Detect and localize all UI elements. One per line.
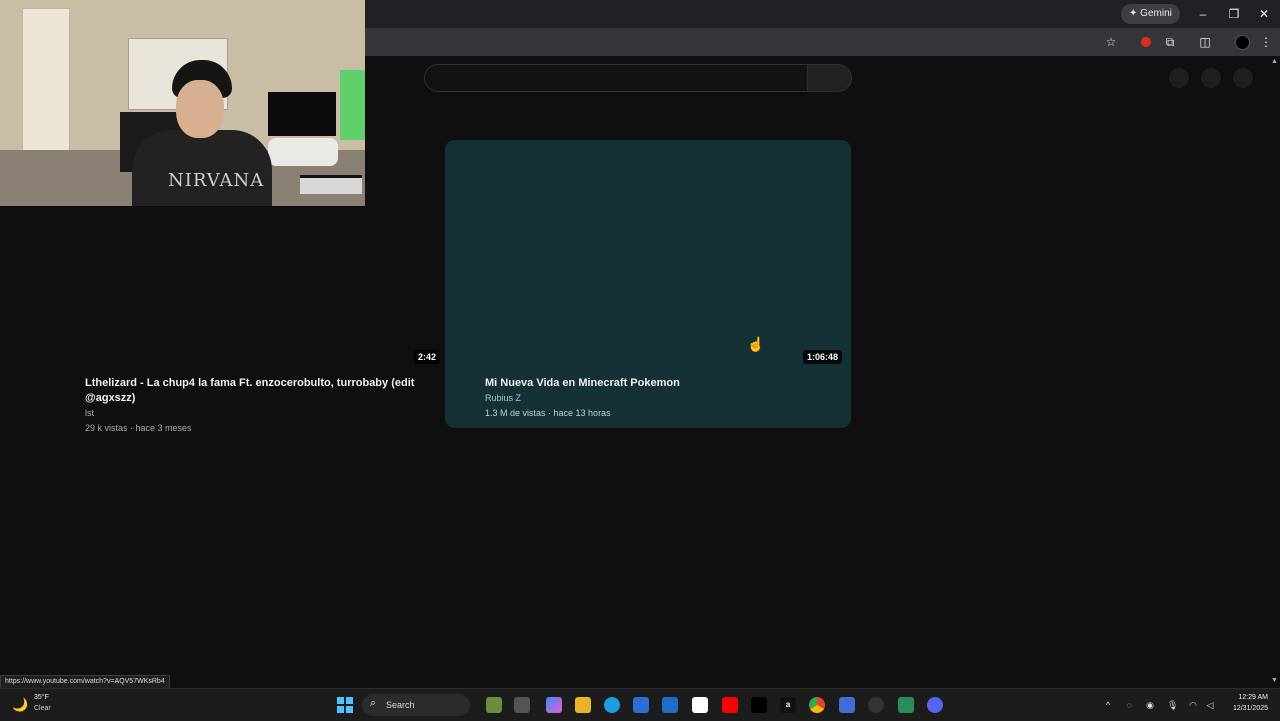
browser-menu-icon[interactable]: ⋮	[1258, 34, 1274, 50]
scroll-down-arrow-icon[interactable]: ▼	[1271, 677, 1278, 684]
netflix-icon[interactable]	[751, 697, 767, 713]
create-icon[interactable]	[1169, 68, 1189, 88]
restore-button[interactable]: ❐	[1225, 5, 1243, 23]
shirt-text: NIRVANA	[168, 170, 265, 191]
clock-time[interactable]: 12:29 AM	[1226, 694, 1268, 701]
obs-icon[interactable]	[868, 697, 884, 713]
gemini-label: Gemini	[1140, 8, 1172, 19]
gamebar-icon[interactable]	[898, 697, 914, 713]
webcam-door	[22, 8, 70, 155]
account-avatar[interactable]	[1233, 68, 1253, 88]
webcam-keyboard	[300, 175, 362, 194]
bookmark-star-icon[interactable]: ☆	[1103, 34, 1119, 50]
youtube-icon[interactable]	[722, 697, 738, 713]
video-duration-badge: 2:42	[414, 350, 441, 364]
file-explorer-icon[interactable]	[575, 697, 591, 713]
search-icon: ⌕	[370, 697, 377, 709]
taskbar-search[interactable]: ⌕ Search	[362, 694, 470, 716]
moon-weather-icon: 🌙	[12, 697, 29, 712]
tray-overflow-icon[interactable]: ^	[1103, 700, 1113, 710]
gemini-button[interactable]: ✦ Gemini	[1121, 4, 1180, 24]
volume-icon[interactable]: ◁	[1205, 700, 1215, 710]
copilot-icon[interactable]	[546, 697, 562, 713]
search-input[interactable]	[424, 64, 808, 92]
file-icon[interactable]	[514, 697, 530, 713]
store-icon[interactable]	[633, 697, 649, 713]
side-panel-icon[interactable]: ◫	[1197, 34, 1213, 50]
webcam-monitor	[268, 92, 336, 136]
webcam-person-body	[132, 130, 272, 206]
discord-icon[interactable]	[927, 697, 943, 713]
search-button[interactable]	[807, 64, 852, 92]
webcam-clothes	[268, 138, 338, 166]
hand-cursor-icon: ☝	[747, 336, 765, 352]
weather-temperature: 35°F	[34, 694, 49, 701]
video-channel[interactable]: lst	[85, 408, 94, 418]
video-title-line-1: Lthelizard - La chup4 la fama Ft. enzoce…	[85, 377, 415, 389]
tray-app-icon[interactable]: ◌	[1124, 700, 1134, 710]
weather-condition: Clear	[34, 705, 51, 712]
video-views-age: 29 k vistas · hace 3 meses	[85, 423, 192, 433]
video-views-age: 1.3 M de vistas · hace 13 horas	[485, 408, 611, 418]
notifications-icon[interactable]	[1201, 68, 1221, 88]
taskbar-search-label: Search	[386, 700, 415, 710]
tray-app-icon-2[interactable]: ◉	[1145, 700, 1155, 710]
clock-date[interactable]: 12/31/2025	[1226, 705, 1268, 712]
webcam-person-face	[176, 80, 224, 138]
record-icon[interactable]	[1141, 37, 1151, 47]
status-bar-url: https://www.youtube.com/watch?v=AQV57WKs…	[0, 675, 170, 689]
video-title[interactable]: Mi Nueva Vida en Minecraft Pokemon	[485, 376, 680, 391]
extensions-icon[interactable]: ⧉	[1162, 34, 1178, 50]
profile-avatar[interactable]	[1235, 35, 1250, 50]
close-button[interactable]: ✕	[1255, 5, 1273, 23]
video-title-line-2: @agxszz)	[85, 392, 136, 404]
webcam-overlay: NIRVANA	[0, 0, 365, 206]
amazon-icon[interactable]: a	[780, 697, 796, 713]
scroll-up-arrow-icon[interactable]: ▲	[1271, 58, 1278, 65]
outlook-icon[interactable]	[662, 697, 678, 713]
capcut-icon[interactable]	[692, 697, 708, 713]
video-duration-badge: 1:06:48	[803, 350, 843, 364]
video-channel[interactable]: Rubius Z	[485, 393, 521, 403]
sparkle-icon: ✦	[1129, 8, 1138, 19]
minimize-button[interactable]: –	[1194, 5, 1212, 23]
widgets-icon[interactable]	[486, 697, 502, 713]
video-title[interactable]: Lthelizard - La chup4 la fama Ft. enzoce…	[85, 376, 425, 406]
windows-taskbar: 🌙 35°F Clear ⌕ Search a ^ ◌ ◉ 🎙 ◠ ◁ 12:2…	[0, 688, 1280, 721]
webcam-green-object	[340, 70, 365, 140]
edge-icon[interactable]	[604, 697, 620, 713]
app-icon[interactable]	[839, 697, 855, 713]
chrome-icon[interactable]	[809, 697, 825, 713]
windows-start-icon[interactable]	[337, 697, 353, 713]
wifi-icon[interactable]: ◠	[1188, 700, 1198, 710]
microphone-icon[interactable]: 🎙	[1167, 700, 1178, 710]
